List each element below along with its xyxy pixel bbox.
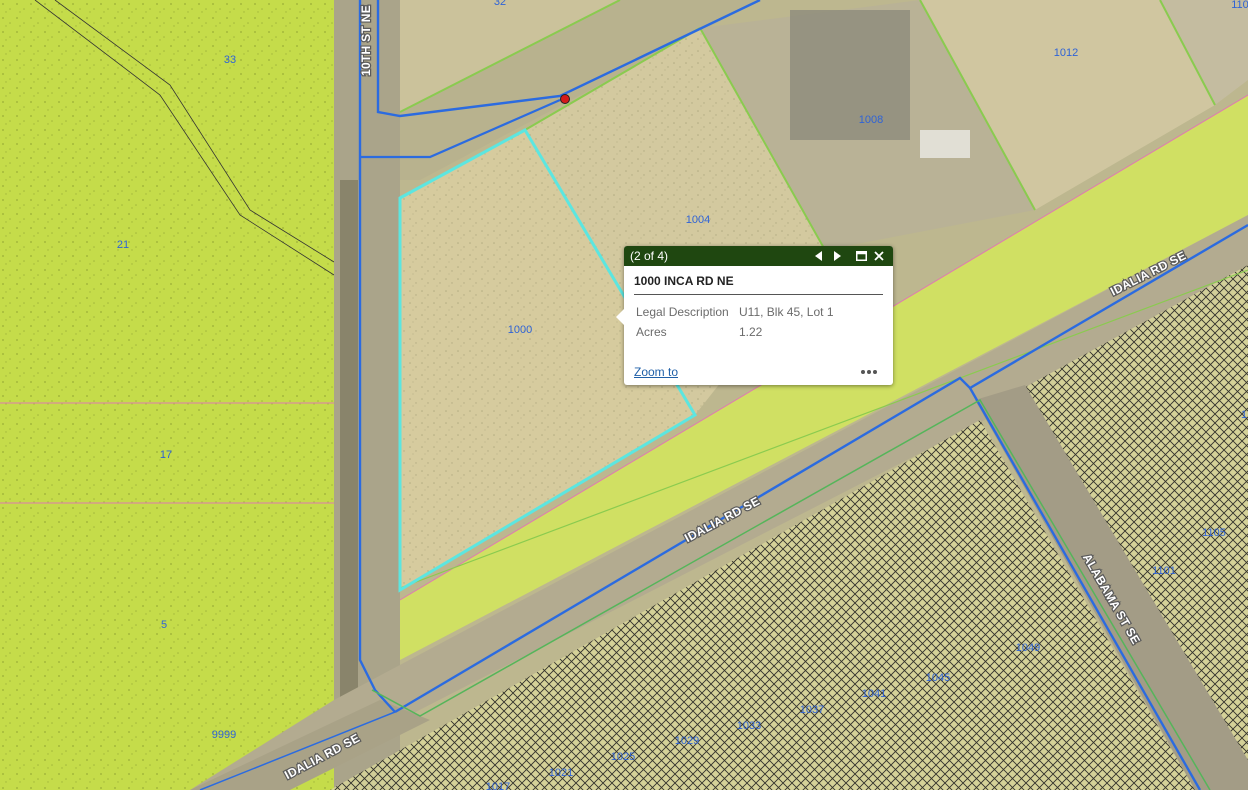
parcel-label: 1049: [1016, 642, 1040, 654]
parcel-label: 17: [160, 449, 172, 461]
parcel-label: 1033: [737, 720, 761, 732]
hydrant-marker[interactable]: [560, 94, 570, 104]
road-label-10th-st: 10TH ST NE: [359, 5, 373, 76]
parcel-label: 1041: [862, 688, 886, 700]
parcel-label: 1000: [508, 324, 532, 336]
feature-counter: (2 of 4): [630, 249, 669, 263]
parcel-label: 1004: [686, 214, 710, 226]
parcel-label: 1021: [549, 767, 573, 779]
map-view[interactable]: 33 32 21 17 5 9999 1000 1004 1008 1012 1…: [0, 0, 1248, 790]
more-options-icon[interactable]: [857, 368, 881, 376]
parcel-label: 1045: [926, 672, 950, 684]
feature-popup: (2 of 4) 1000 INCA RD NE Legal Descripti…: [616, 246, 893, 385]
next-arrow-icon[interactable]: [829, 248, 845, 264]
attribute-table: Legal Description U11, Blk 45, Lot 1 Acr…: [636, 303, 834, 343]
parcel-label: 1017: [486, 781, 510, 790]
previous-arrow-icon[interactable]: [811, 248, 827, 264]
parcel-label: 1037: [800, 704, 824, 716]
zone-west-texture: [0, 0, 334, 790]
parcel-label: 1012: [1054, 47, 1078, 59]
building: [790, 10, 910, 140]
parcel-label: 110: [1231, 0, 1248, 11]
parcel-label: 1101: [1152, 565, 1176, 577]
attribute-label: Acres: [636, 325, 667, 339]
popup-title: 1000 INCA RD NE: [634, 274, 883, 295]
attribute-value: U11, Blk 45, Lot 1: [739, 305, 834, 319]
attribute-row: Acres 1.22: [636, 323, 834, 343]
parcel-label: 9999: [212, 729, 236, 741]
zoom-to-link[interactable]: Zoom to: [634, 365, 857, 379]
building: [920, 130, 970, 158]
attribute-value: 1.22: [739, 325, 763, 339]
popup-header: (2 of 4): [624, 246, 893, 266]
parcel-label: 33: [224, 54, 236, 66]
parcel-label: 1025: [611, 751, 635, 763]
dock-maximize-icon[interactable]: [853, 248, 869, 264]
popup-pointer: [616, 309, 624, 325]
attribute-row: Legal Description U11, Blk 45, Lot 1: [636, 303, 834, 323]
parcel-label: 1029: [675, 735, 699, 747]
close-icon[interactable]: [871, 248, 887, 264]
parcel-label: 32: [494, 0, 506, 8]
parcel-label: 1: [1241, 409, 1247, 421]
parcel-label: 1008: [859, 114, 883, 126]
road-shoulder: [340, 180, 358, 700]
popup-footer: Zoom to: [634, 365, 881, 379]
parcel-label: 5: [161, 619, 167, 631]
parcel-label: 1105: [1202, 527, 1226, 539]
attribute-label: Legal Description: [636, 305, 729, 319]
parcel-label: 21: [117, 239, 129, 251]
